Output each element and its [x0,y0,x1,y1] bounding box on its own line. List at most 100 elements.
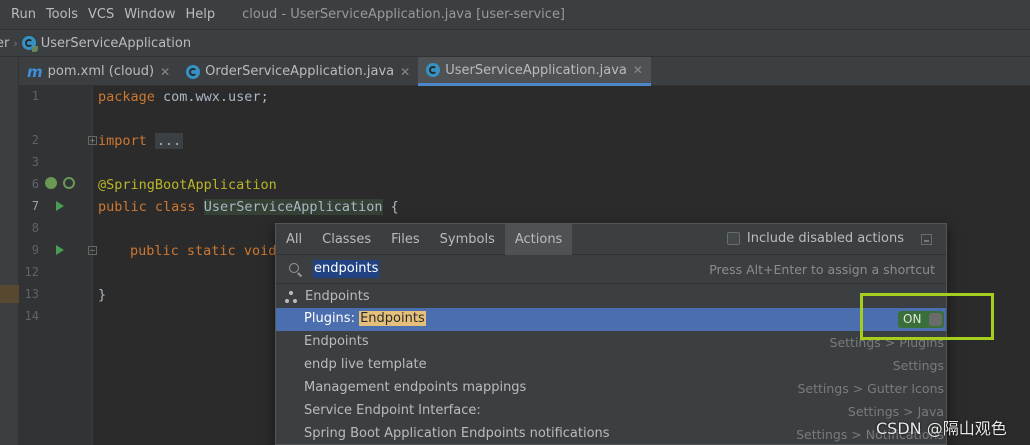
popup-tab-bar: All Classes Files Symbols Actions Includ… [276,223,946,255]
brace: } [98,287,107,303]
code-line: @SpringBootApplication [98,174,277,196]
breadcrumb-current[interactable]: UserServiceApplication [21,35,192,52]
spring-class-icon [21,36,38,52]
line-number: 12 [24,265,39,279]
include-disabled-label: Include disabled actions [746,231,904,246]
match-highlight: Endpoints [359,311,426,326]
class-name: UserServiceApplication [203,199,383,215]
result-item[interactable]: Endpoints Settings > Plugins [276,331,946,354]
tab-label: OrderServiceApplication.java [205,64,395,79]
keyword: package [98,89,155,105]
tool-window-strip [0,57,19,445]
tab-order-service[interactable]: OrderServiceApplication.java ✕ [178,57,418,86]
maven-icon: m [27,62,43,81]
endpoints-icon [285,290,298,303]
tab-symbols[interactable]: Symbols [430,224,505,255]
tab-label: pom.xml (cloud) [47,64,155,79]
result-label: Endpoints [304,334,369,349]
menu-window[interactable]: Window [119,0,180,29]
line-number: 7 [31,199,39,213]
group-label: Endpoints [305,289,370,304]
result-label: Plugins: Endpoints [304,311,426,326]
tab-user-service[interactable]: UserServiceApplication.java ✕ [418,57,651,86]
code-line: } [98,284,106,306]
menu-vcs[interactable]: VCS [83,0,119,29]
line-number: 1 [31,89,39,103]
import-fold[interactable]: ... [154,133,184,149]
menu-tools[interactable]: Tools [41,0,83,29]
line-number: 6 [31,177,39,191]
code-line: public static void [130,240,276,262]
code-line: import ... [98,130,184,152]
breadcrumb-prev[interactable]: er [0,36,9,51]
shortcut-hint: Press Alt+Enter to assign a shortcut [709,262,935,277]
fold-expand-icon[interactable]: + [88,136,97,145]
run-icon[interactable] [56,201,64,211]
window-title: cloud - UserServiceApplication.java [use… [242,7,566,22]
result-label: endp live template [304,357,427,372]
result-path: Settings [892,358,944,373]
tab-pom-xml[interactable]: m pom.xml (cloud) ✕ [19,57,178,86]
highlight-annotation-box [860,293,994,340]
line-number: 9 [31,243,39,257]
results-list: Endpoints Plugins: Endpoints ON Endpoint… [276,285,946,445]
tab-actions[interactable]: Actions [504,223,573,255]
menu-bar: Run Tools VCS Window Help cloud - UserSe… [0,0,1030,29]
tab-label: UserServiceApplication.java [445,62,627,78]
keyword: public [130,243,179,259]
code-line: package com.wwx.user; [98,86,269,108]
line-number: 13 [24,287,39,301]
result-item[interactable]: endp live template Settings [276,354,946,377]
class-icon [186,64,201,79]
results-group-header: Endpoints [276,285,946,308]
spring-boot-icon[interactable] [63,177,75,189]
class-icon [426,63,441,77]
keyword: public [98,199,147,215]
breadcrumb-separator-icon: › [13,36,18,50]
result-item-plugins-endpoints[interactable]: Plugins: Endpoints ON [276,308,946,331]
result-label: Management endpoints mappings [304,380,527,395]
watermark: CSDN @隔山观色 [876,419,1007,438]
result-item[interactable]: Service Endpoint Interface: Settings > J… [276,400,946,423]
spring-bean-icon[interactable] [45,177,57,189]
brace: { [382,199,399,215]
include-disabled-checkbox[interactable]: Include disabled actions [726,231,904,246]
result-path: Settings > Gutter Icons [797,381,944,396]
keyword: void [243,243,277,259]
tab-all[interactable]: All [276,224,312,255]
editor-tab-bar: m pom.xml (cloud) ✕ OrderServiceApplicat… [19,57,1030,86]
menu-help[interactable]: Help [180,0,220,29]
run-icon[interactable] [56,245,64,255]
line-number: 8 [31,221,39,235]
keyword: class [154,199,196,215]
checkbox[interactable] [726,232,740,245]
fold-collapse-icon[interactable]: − [88,246,97,255]
tab-classes[interactable]: Classes [312,224,381,255]
line-number: 3 [31,155,39,169]
search-icon [289,263,299,273]
line-number: 14 [24,309,39,323]
code-line: public class UserServiceApplication { [98,196,399,218]
result-item[interactable]: Management endpoints mappings Settings >… [276,377,946,400]
line-number: 2 [31,133,39,147]
breadcrumb-current-label: UserServiceApplication [40,35,192,51]
close-icon[interactable]: ✕ [633,63,643,77]
scope-marker [0,285,19,303]
result-label: Spring Boot Application Endpoints notifi… [304,426,610,441]
search-row: endpoints Press Alt+Enter to assign a sh… [276,255,946,284]
keyword: static [186,243,236,259]
close-icon[interactable]: ✕ [160,65,170,79]
search-everywhere-popup: All Classes Files Symbols Actions Includ… [275,223,947,445]
navigation-bar: er › UserServiceApplication [0,29,1030,57]
annotation: @SpringBootApplication [98,177,277,193]
result-item[interactable]: Spring Boot Application Endpoints notifi… [276,423,946,445]
menu-run[interactable]: Run [0,0,41,29]
close-icon[interactable]: ✕ [400,65,410,79]
editor-gutter: 1 2 3 6 7 8 9 12 13 14 + − [19,86,97,445]
keyword: import [98,133,147,149]
tab-files[interactable]: Files [381,224,430,255]
pin-window-icon[interactable] [921,234,932,245]
result-label: Service Endpoint Interface: [304,403,481,418]
search-input[interactable]: endpoints [313,260,380,278]
package-name: com.wwx.user; [154,89,269,105]
